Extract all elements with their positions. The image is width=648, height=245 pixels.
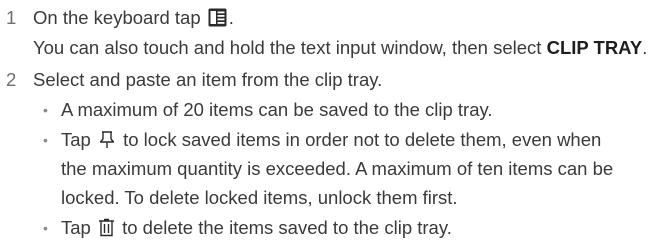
bullet-continuation: the maximum quantity is exceeded. A maxi… (61, 158, 614, 179)
clip-tray-icon (208, 6, 227, 35)
bullet-2-text-start: Tap (61, 129, 96, 150)
step-text: On the keyboard tap . (33, 3, 234, 35)
instruction-page: 1 On the keyboard tap . You can also tou… (0, 0, 648, 245)
step-1-note: You can also touch and hold the text inp… (33, 33, 647, 62)
note-prefix: You can also touch and hold the text inp… (33, 37, 547, 58)
step-1-text-end: . (228, 7, 234, 28)
bullet-3-text-end: to delete the items saved to the clip tr… (116, 217, 452, 238)
bullet-item: A maximum of 20 items can be saved to th… (61, 99, 493, 120)
trash-icon (98, 216, 115, 245)
note-suffix: . (642, 37, 648, 58)
bullet-marker: • (43, 132, 48, 148)
bullet-3-text-start: Tap (61, 217, 96, 238)
bullet-2-text-end: to lock saved items in order not to dele… (117, 129, 602, 150)
bullet-marker: • (43, 102, 48, 118)
step-number: 2 (6, 69, 17, 90)
step-number: 1 (6, 7, 17, 28)
step-1-text-start: On the keyboard tap (33, 7, 206, 28)
bullet-marker: • (43, 220, 48, 236)
lock-pin-icon (98, 128, 116, 157)
bullet-item: Tap to lock saved items in order not to … (61, 125, 601, 157)
step-text: Select and paste an item from the clip t… (33, 69, 383, 90)
bullet-continuation: locked. To delete locked items, unlock t… (61, 187, 458, 208)
bullet-item: Tap to delete the items saved to the cli… (61, 213, 452, 245)
clip-tray-label: CLIP TRAY (546, 37, 643, 58)
